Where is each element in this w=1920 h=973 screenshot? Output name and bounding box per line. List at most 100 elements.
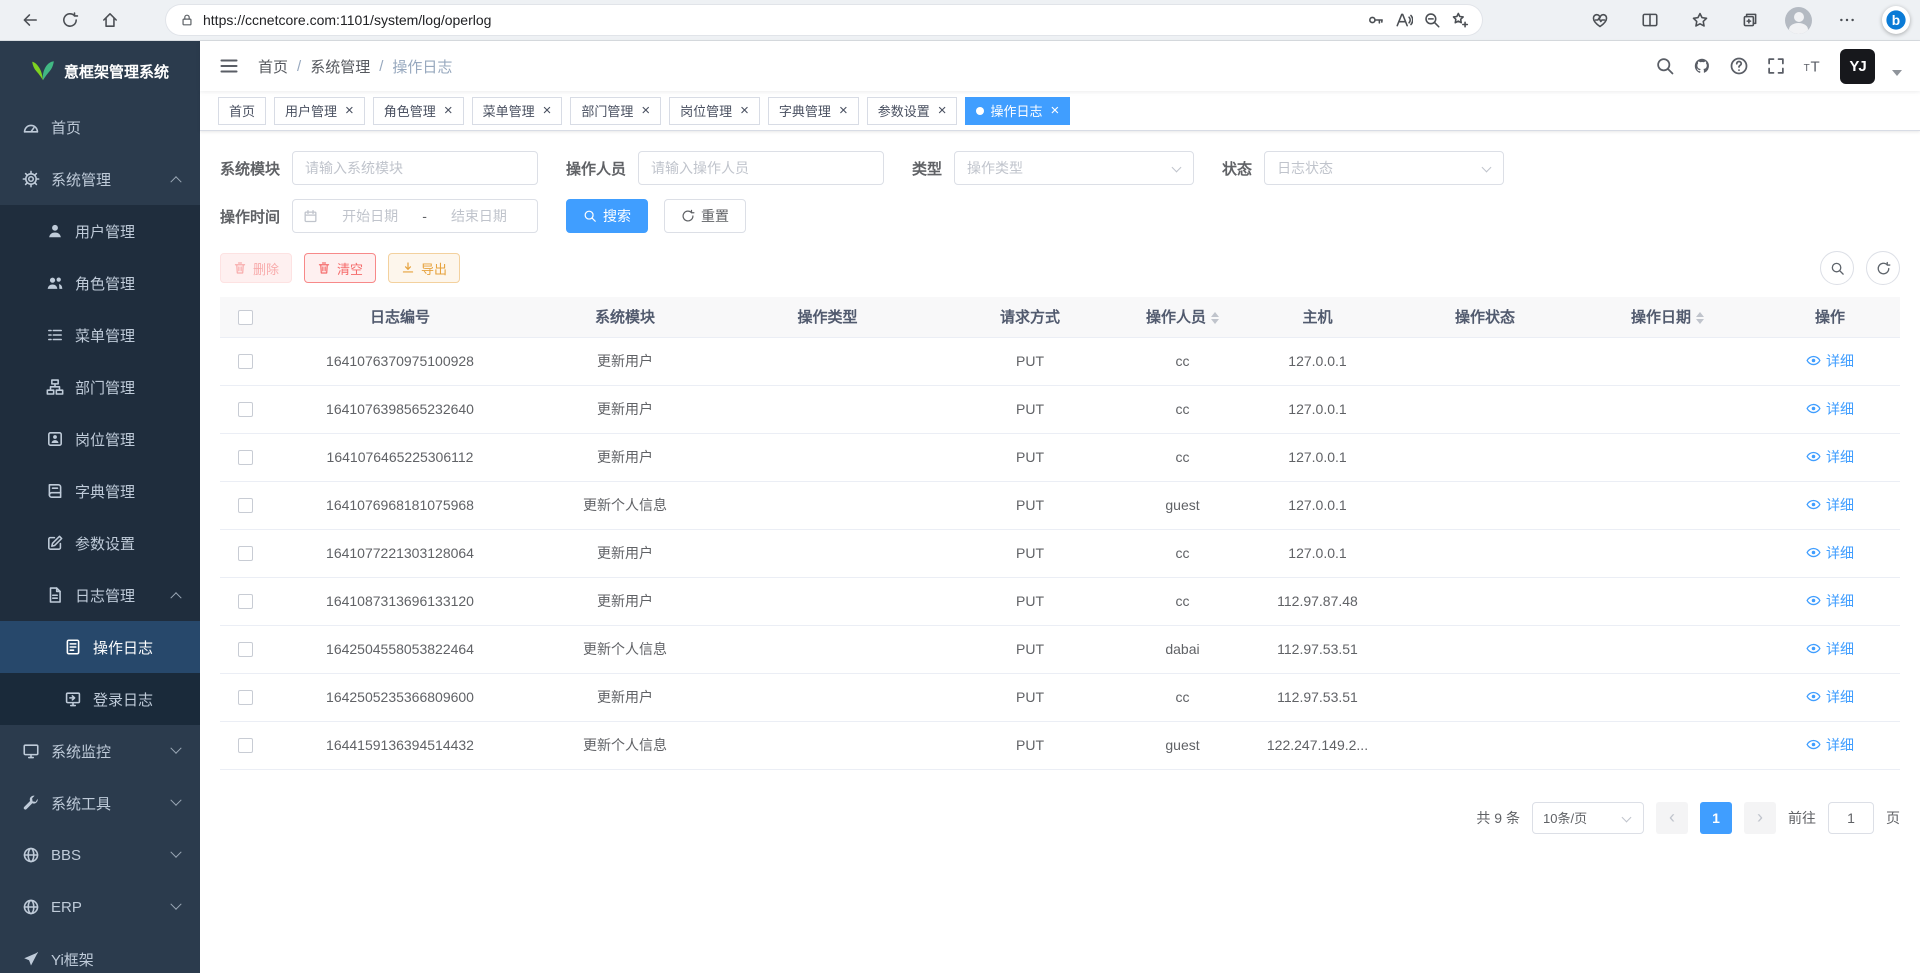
end-date-field[interactable]: 结束日期 (431, 206, 527, 226)
app-logo[interactable]: 意框架管理系统 (0, 41, 200, 101)
search-button[interactable]: 搜索 (566, 199, 648, 233)
sidebar-item-yi-framework[interactable]: Yi框架 (0, 933, 200, 973)
tab-role-mgmt[interactable]: 角色管理× (373, 97, 464, 125)
read-aloud-icon[interactable] (1390, 7, 1418, 33)
sidebar-item-role-mgmt[interactable]: 角色管理 (0, 257, 200, 309)
search-icon[interactable] (1655, 56, 1675, 76)
refresh-table-button[interactable] (1866, 251, 1900, 285)
password-key-icon[interactable] (1362, 7, 1390, 33)
favorites-icon[interactable] (1685, 5, 1715, 35)
github-icon[interactable] (1692, 56, 1712, 76)
select-all-checkbox[interactable] (238, 310, 253, 325)
operator-input[interactable] (638, 151, 884, 185)
next-page-button[interactable]: › (1744, 802, 1776, 834)
zoom-out-icon[interactable] (1418, 7, 1446, 33)
font-size-icon[interactable]: TT (1803, 56, 1823, 76)
sidebar-toggle-icon[interactable] (218, 55, 240, 77)
detail-link[interactable]: 详细 (1806, 447, 1854, 467)
sidebar-item-system-tools[interactable]: 系统工具 (0, 777, 200, 829)
clear-button[interactable]: 清空 (304, 253, 376, 283)
detail-link[interactable]: 详细 (1806, 735, 1854, 755)
close-icon[interactable]: × (1051, 103, 1060, 118)
sidebar-item-log-mgmt[interactable]: 日志管理 (0, 569, 200, 621)
browser-home-icon[interactable] (90, 4, 130, 36)
row-checkbox[interactable] (238, 354, 253, 369)
row-checkbox[interactable] (238, 642, 253, 657)
split-screen-icon[interactable] (1635, 5, 1665, 35)
reload-icon[interactable] (50, 4, 90, 36)
sort-icon[interactable] (1696, 312, 1704, 324)
tab-dept-mgmt[interactable]: 部门管理× (570, 97, 661, 125)
row-checkbox[interactable] (238, 690, 253, 705)
url-text[interactable]: https://ccnetcore.com:1101/system/log/op… (203, 12, 1362, 28)
fullscreen-icon[interactable] (1766, 56, 1786, 76)
sidebar-item-erp[interactable]: ERP (0, 881, 200, 933)
help-icon[interactable] (1729, 56, 1749, 76)
row-checkbox[interactable] (238, 546, 253, 561)
breadcrumb-home[interactable]: 首页 (258, 56, 288, 77)
column-header[interactable]: 操作人员 (1125, 297, 1240, 337)
close-icon[interactable]: × (641, 103, 650, 118)
sidebar-item-user-mgmt[interactable]: 用户管理 (0, 205, 200, 257)
sidebar-item-dict-mgmt[interactable]: 字典管理 (0, 465, 200, 517)
chevron-down-icon[interactable] (1892, 70, 1902, 76)
breadcrumb-system-mgmt[interactable]: 系统管理 (310, 56, 370, 77)
detail-link[interactable]: 详细 (1806, 687, 1854, 707)
sidebar-item-post-mgmt[interactable]: 岗位管理 (0, 413, 200, 465)
address-bar[interactable]: https://ccnetcore.com:1101/system/log/op… (166, 5, 1482, 35)
profile-avatar[interactable] (1785, 7, 1812, 34)
start-date-field[interactable]: 开始日期 (322, 206, 418, 226)
sidebar-item-system-mgmt[interactable]: 系统管理 (0, 153, 200, 205)
detail-link[interactable]: 详细 (1806, 639, 1854, 659)
close-icon[interactable]: × (444, 103, 453, 118)
sidebar-item-param-settings[interactable]: 参数设置 (0, 517, 200, 569)
delete-button[interactable]: 删除 (220, 253, 292, 283)
goto-page-input[interactable] (1828, 802, 1874, 834)
row-checkbox[interactable] (238, 594, 253, 609)
prev-page-button[interactable]: ‹ (1656, 802, 1688, 834)
back-icon[interactable] (10, 4, 50, 36)
tab-param-settings[interactable]: 参数设置× (867, 97, 958, 125)
sidebar-item-login-log[interactable]: 登录日志 (0, 673, 200, 725)
user-avatar[interactable]: YJ (1840, 49, 1875, 84)
settings-menu-icon[interactable] (1832, 5, 1862, 35)
row-checkbox[interactable] (238, 738, 253, 753)
sidebar-item-dept-mgmt[interactable]: 部门管理 (0, 361, 200, 413)
page-number-1[interactable]: 1 (1700, 802, 1732, 834)
toggle-search-button[interactable] (1820, 251, 1854, 285)
row-checkbox[interactable] (238, 402, 253, 417)
close-icon[interactable]: × (345, 103, 354, 118)
column-header[interactable]: 操作日期 (1575, 297, 1760, 337)
module-input[interactable] (292, 151, 538, 185)
row-checkbox[interactable] (238, 450, 253, 465)
tab-dict-mgmt[interactable]: 字典管理× (768, 97, 859, 125)
sidebar-item-bbs[interactable]: BBS (0, 829, 200, 881)
type-select[interactable]: 操作类型 (954, 151, 1194, 185)
bing-icon[interactable]: b (1882, 6, 1910, 34)
row-checkbox[interactable] (238, 498, 253, 513)
browser-essentials-icon[interactable] (1585, 5, 1615, 35)
detail-link[interactable]: 详细 (1806, 351, 1854, 371)
tab-menu-mgmt[interactable]: 菜单管理× (472, 97, 563, 125)
page-size-select[interactable]: 10条/页 (1532, 802, 1644, 834)
export-button[interactable]: 导出 (388, 253, 460, 283)
detail-link[interactable]: 详细 (1806, 543, 1854, 563)
tab-home[interactable]: 首页 (218, 97, 266, 125)
sidebar-item-home[interactable]: 首页 (0, 101, 200, 153)
close-icon[interactable]: × (543, 103, 552, 118)
sidebar-item-menu-mgmt[interactable]: 菜单管理 (0, 309, 200, 361)
collections-icon[interactable] (1735, 5, 1765, 35)
close-icon[interactable]: × (938, 103, 947, 118)
tab-user-mgmt[interactable]: 用户管理× (274, 97, 365, 125)
close-icon[interactable]: × (740, 103, 749, 118)
tab-post-mgmt[interactable]: 岗位管理× (669, 97, 760, 125)
status-select[interactable]: 日志状态 (1264, 151, 1504, 185)
date-range-picker[interactable]: 开始日期 - 结束日期 (292, 199, 538, 233)
reset-button[interactable]: 重置 (664, 199, 746, 233)
add-favorite-icon[interactable] (1446, 7, 1474, 33)
detail-link[interactable]: 详细 (1806, 591, 1854, 611)
tab-oper-log[interactable]: 操作日志× (965, 97, 1070, 125)
detail-link[interactable]: 详细 (1806, 399, 1854, 419)
sidebar-item-system-monitor[interactable]: 系统监控 (0, 725, 200, 777)
close-icon[interactable]: × (839, 103, 848, 118)
